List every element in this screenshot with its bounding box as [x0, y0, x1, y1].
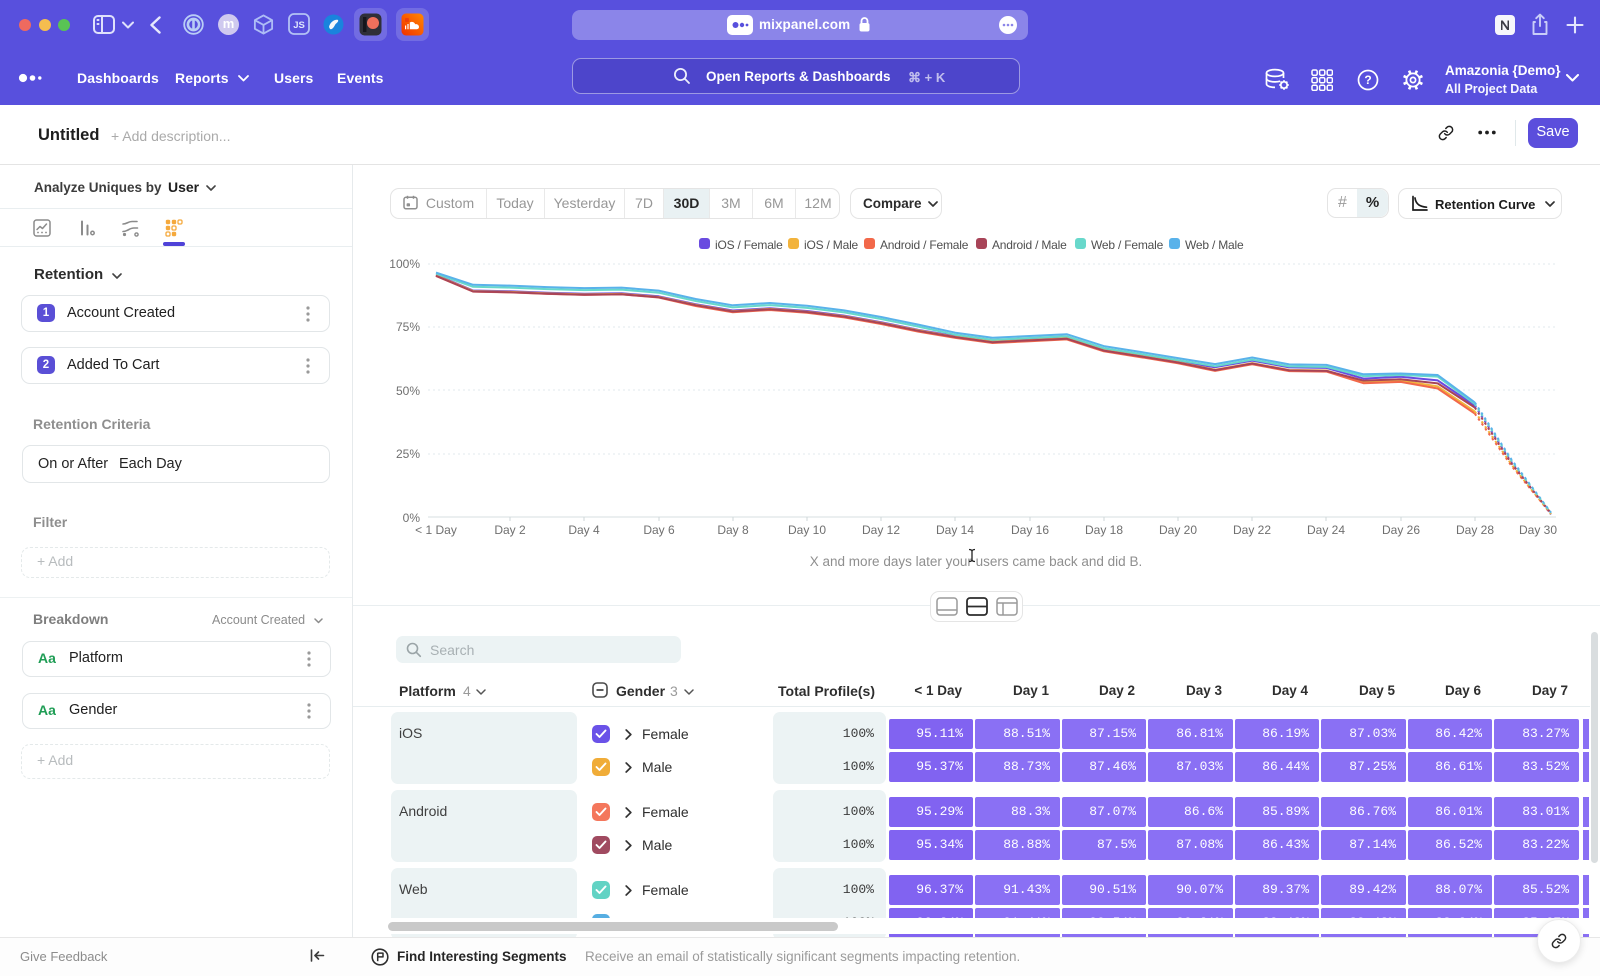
svg-text:< 1 Day: < 1 Day	[415, 523, 457, 537]
svg-text:25%: 25%	[396, 447, 420, 461]
svg-text:Day 4: Day 4	[568, 523, 600, 537]
svg-text:Day 8: Day 8	[717, 523, 749, 537]
svg-text:Day 14: Day 14	[936, 523, 974, 537]
svg-text:Day 10: Day 10	[788, 523, 826, 537]
svg-text:Day 22: Day 22	[1233, 523, 1271, 537]
svg-text:Day 18: Day 18	[1085, 523, 1123, 537]
svg-text:Day 20: Day 20	[1159, 523, 1197, 537]
svg-text:Day 28: Day 28	[1456, 523, 1494, 537]
svg-text:Day 30: Day 30	[1519, 523, 1557, 537]
svg-text:100%: 100%	[389, 257, 420, 271]
svg-text:Day 6: Day 6	[643, 523, 675, 537]
svg-text:Day 16: Day 16	[1011, 523, 1049, 537]
svg-text:Day 26: Day 26	[1382, 523, 1420, 537]
svg-text:Day 24: Day 24	[1307, 523, 1345, 537]
svg-text:50%: 50%	[396, 384, 420, 398]
svg-text:Day 2: Day 2	[494, 523, 526, 537]
svg-text:75%: 75%	[396, 320, 420, 334]
svg-text:Day 12: Day 12	[862, 523, 900, 537]
